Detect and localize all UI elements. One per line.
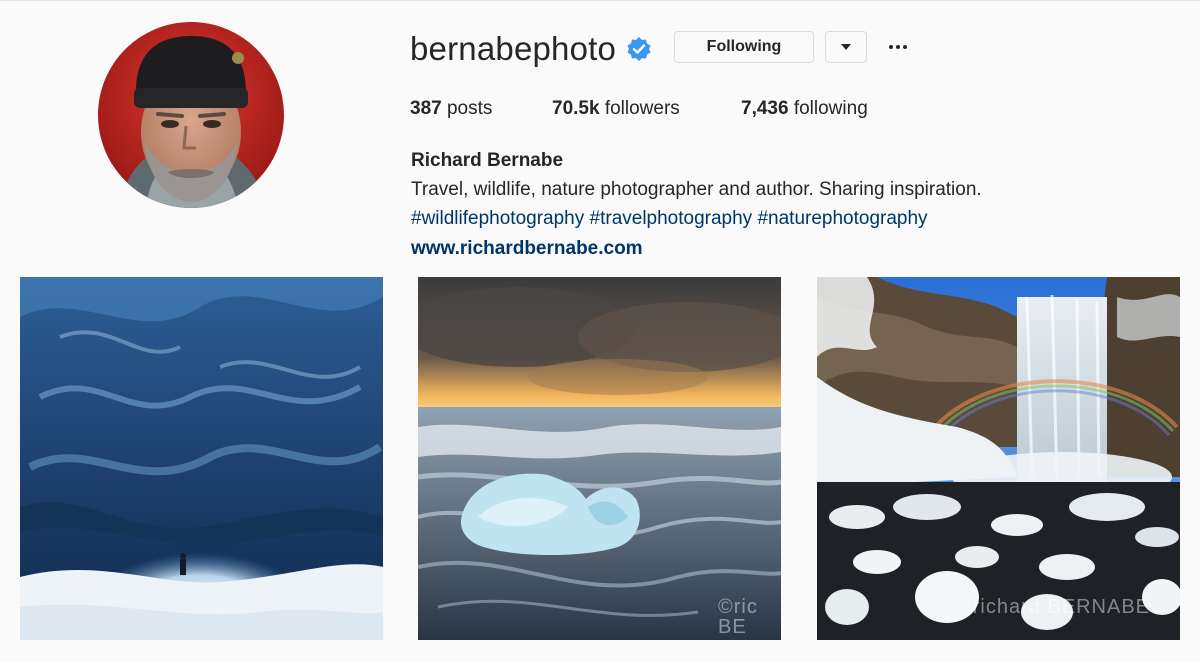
posts-count: 387 posts [410,96,492,122]
followers-count-label: followers [604,98,680,119]
post-thumbnail[interactable] [20,277,383,640]
hashtag-link[interactable]: #wildlifephotography [411,208,584,229]
verified-badge-icon [627,37,651,61]
following-button[interactable]: Following [674,31,814,63]
followers-count-value: 70.5k [552,98,600,119]
post-thumbnail[interactable]: ©ric BE [418,277,781,640]
chevron-down-icon [841,44,851,50]
posts-count-label: posts [446,98,493,119]
more-dot [896,45,900,49]
hashtag-link[interactable]: #naturephotography [757,208,927,229]
hashtag-link[interactable]: #travelphotography [590,208,753,229]
profile-website-link[interactable]: www.richardbernabe.com [411,236,643,262]
profile-hashtags: #wildlifephotography #travelphotography … [411,206,928,232]
photo-watermark: ©ric BE [718,596,758,638]
more-options-icon[interactable] [884,34,912,60]
top-divider [0,0,1200,1]
profile-username: bernabephoto [410,30,617,67]
more-dot [889,45,893,49]
suggestions-dropdown-button[interactable] [825,31,867,63]
following-count-value: 7,436 [741,98,789,119]
followers-link[interactable]: 70.5k followers [552,96,680,122]
profile-bio: Travel, wildlife, nature photographer an… [411,179,982,200]
more-dot [903,45,907,49]
following-link[interactable]: 7,436 following [741,96,868,122]
profile-avatar[interactable] [98,22,284,208]
profile-full-name: Richard Bernabe [411,150,564,171]
photo-watermark: ©richard BERNABE [957,596,1151,618]
posts-count-value: 387 [410,98,442,119]
post-thumbnail[interactable]: ©richard BERNABE [817,277,1180,640]
following-count-label: following [793,98,868,119]
